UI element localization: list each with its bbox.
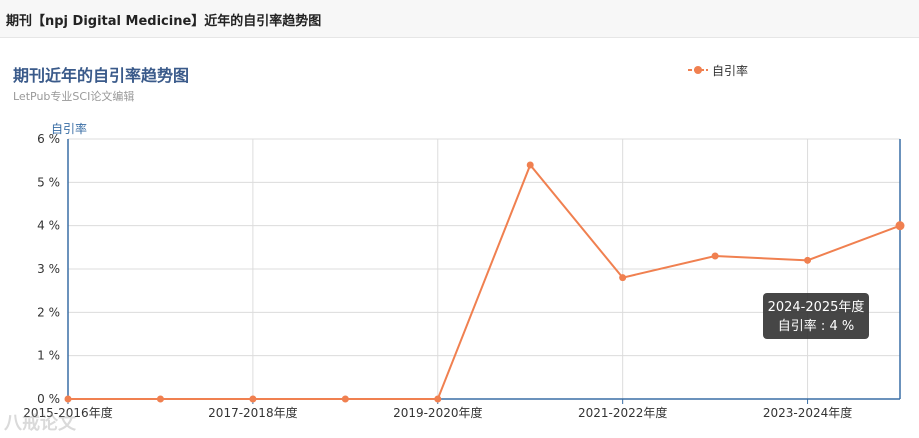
y-tick-label: 1 %: [37, 349, 60, 363]
data-point[interactable]: [249, 395, 257, 403]
y-tick-label: 5 %: [37, 175, 60, 189]
y-tick-label: 6 %: [37, 132, 60, 146]
data-point[interactable]: [711, 252, 719, 260]
x-tick-label: 2021-2022年度: [578, 405, 667, 420]
x-tick-label: 2019-2020年度: [393, 405, 482, 420]
y-tick-label: 3 %: [37, 262, 60, 276]
data-point[interactable]: [804, 256, 812, 264]
watermark: 八戒论文: [4, 413, 76, 434]
data-point[interactable]: [341, 395, 349, 403]
y-tick-label: 0 %: [37, 392, 60, 406]
y-tick-label: 2 %: [37, 305, 60, 319]
y-tick-label: 4 %: [37, 219, 60, 233]
data-point[interactable]: [434, 395, 442, 403]
x-tick-label: 2017-2018年度: [208, 405, 297, 420]
tooltip-value: 自引率 : 4 %: [777, 319, 855, 334]
data-point[interactable]: [156, 395, 164, 403]
line-chart: 0 %1 %2 %3 %4 %5 %6 %2015-2016年度 2017-201…: [23, 132, 905, 420]
x-tick-label: 2023-2024年度: [763, 405, 852, 420]
tooltip-category: 2024-2025年度: [767, 300, 865, 315]
data-point[interactable]: [64, 395, 72, 403]
data-point[interactable]: [526, 161, 534, 169]
series-line: [68, 163, 901, 400]
data-point[interactable]: [619, 274, 627, 282]
data-tooltip: 2024-2025年度 自引率 : 4 %: [763, 293, 869, 339]
data-point[interactable]: [895, 221, 905, 231]
